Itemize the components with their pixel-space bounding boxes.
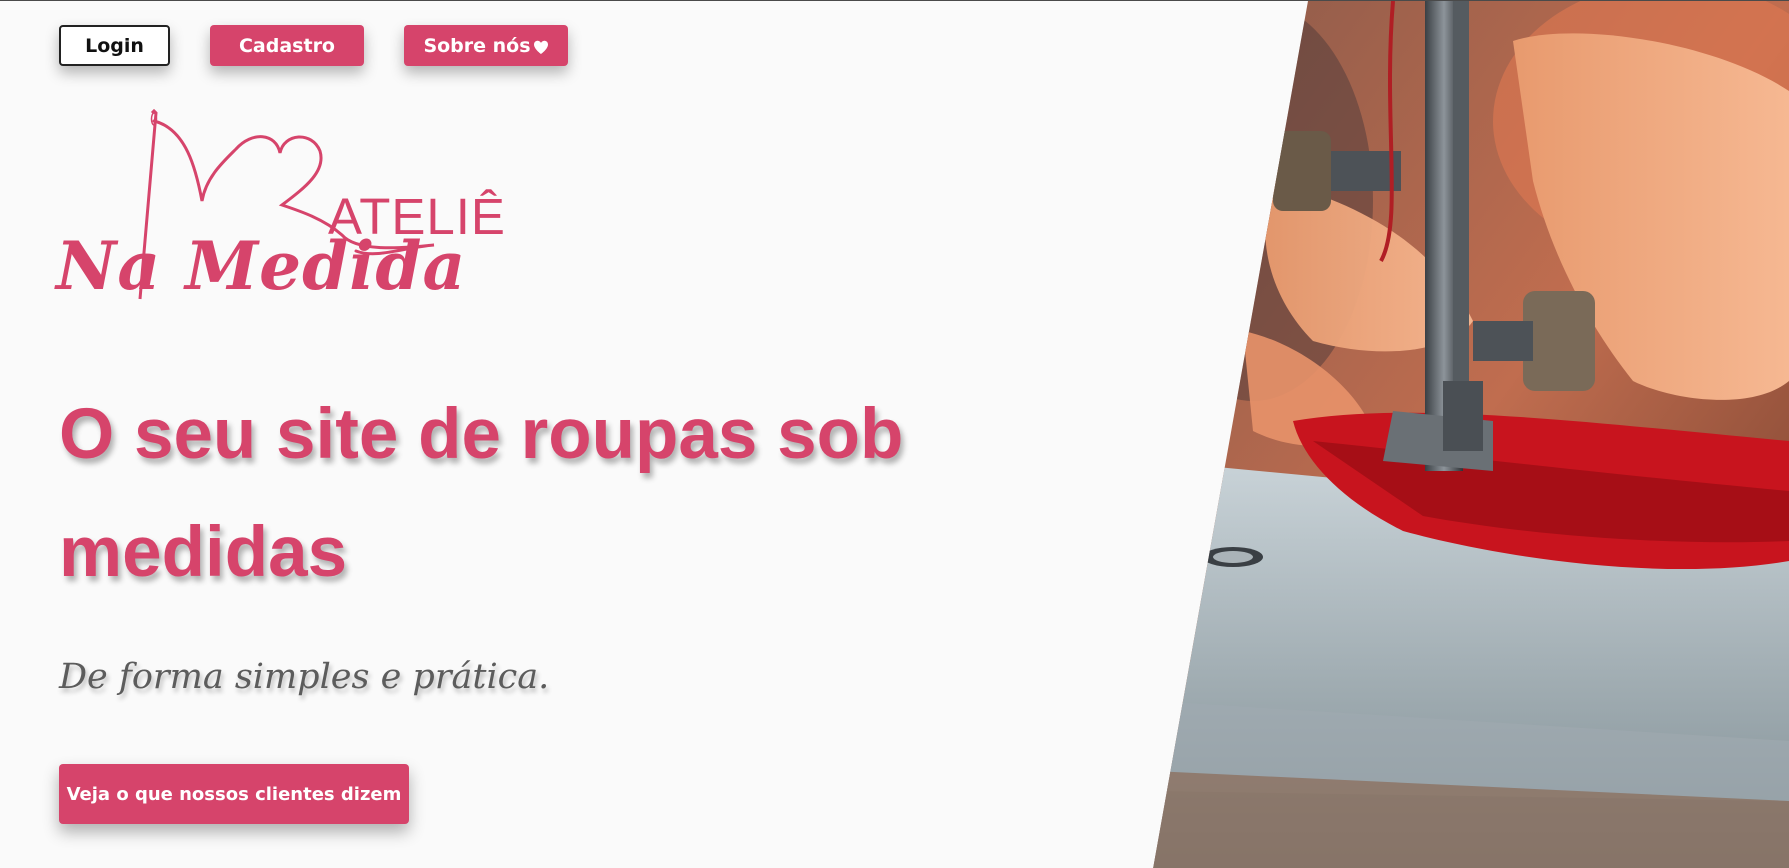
about-button-label: Sobre nós (423, 34, 531, 57)
hero-tagline: De forma simples e prática. (59, 657, 550, 697)
testimonials-cta-button[interactable]: Veja o que nossos clientes dizem (59, 764, 409, 824)
hero-image-sewing-machine (1153, 1, 1789, 868)
login-button-label: Login (85, 34, 144, 57)
about-button[interactable]: Sobre nós (404, 25, 568, 66)
signup-button[interactable]: Cadastro (210, 25, 364, 66)
landing-page: Login Cadastro Sobre nós ATELIÊ Na Medid… (0, 0, 1789, 868)
login-button[interactable]: Login (59, 25, 170, 66)
logo-text-na-medida: Na Medida (56, 227, 467, 305)
signup-button-label: Cadastro (238, 34, 335, 57)
hero-headline: O seu site de roupas sob medidas (59, 395, 904, 592)
top-nav: Login Cadastro Sobre nós (59, 25, 568, 66)
testimonials-cta-label: Veja o que nossos clientes dizem (66, 783, 402, 805)
brand-logo: ATELIÊ Na Medida (56, 109, 505, 314)
heart-icon (533, 38, 549, 54)
